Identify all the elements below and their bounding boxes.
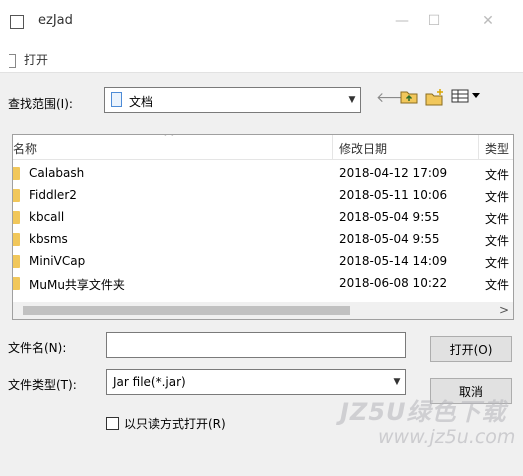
file-modified: 2018-05-14 14:09 <box>339 254 448 268</box>
chevron-down-icon[interactable]: ▼ <box>344 88 360 112</box>
file-modified: 2018-05-11 10:06 <box>339 188 448 202</box>
file-row[interactable]: kbcall 2018-05-04 9:55 文件 <box>13 207 513 229</box>
file-name: Fiddler2 <box>29 188 77 202</box>
file-type: 文件 <box>485 212 510 226</box>
file-row[interactable]: Calabash 2018-04-12 17:09 文件 <box>13 163 513 185</box>
app-icon <box>10 15 24 29</box>
read-only-checkbox[interactable] <box>106 417 119 430</box>
file-type: 文件 <box>485 234 510 248</box>
file-modified: 2018-04-12 17:09 <box>339 166 448 180</box>
up-folder-icon[interactable] <box>399 88 419 108</box>
file-modified: 2018-05-04 9:55 <box>339 210 440 224</box>
horizontal-scrollbar[interactable]: > <box>13 302 513 319</box>
document-folder-icon <box>111 92 122 107</box>
view-menu-icon[interactable] <box>450 88 484 108</box>
file-type-label: 文件类型(T): <box>8 378 77 392</box>
look-in-label: 查找范围(I): <box>8 97 73 111</box>
file-name: kbsms <box>29 232 68 246</box>
look-in-value: 文档 <box>129 95 154 109</box>
file-name: MuMu共享文件夹 <box>29 278 125 292</box>
file-list[interactable]: ^ 名称 修改日期 类型 Calabash 2018-04-12 17:09 文… <box>12 134 514 320</box>
list-header: ^ 名称 修改日期 类型 <box>13 135 513 160</box>
maximize-button[interactable]: ☐ <box>414 10 454 32</box>
back-arrow-icon[interactable]: 🡐 <box>376 88 414 108</box>
file-name-input[interactable] <box>106 332 406 358</box>
folder-icon <box>13 255 20 268</box>
scrollbar-thumb[interactable] <box>23 306 350 315</box>
column-divider <box>332 135 333 159</box>
window-title: ezJad <box>38 13 73 28</box>
cancel-button[interactable]: 取消 <box>430 378 512 404</box>
file-modified: 2018-06-08 10:22 <box>339 276 448 290</box>
column-divider <box>478 135 479 159</box>
look-in-combo[interactable]: 文档 ▼ <box>104 87 361 113</box>
folder-icon <box>13 277 20 290</box>
read-only-label[interactable]: 以只读方式打开(R) <box>124 415 226 432</box>
folder-icon <box>13 233 20 246</box>
close-button[interactable]: ✕ <box>468 10 508 32</box>
file-name-label: 文件名(N): <box>8 341 67 355</box>
file-modified: 2018-05-04 9:55 <box>339 232 440 246</box>
file-name: kbcall <box>29 210 65 224</box>
folder-icon <box>13 167 20 180</box>
file-row[interactable]: MuMu共享文件夹 2018-06-08 10:22 文件 <box>13 273 513 295</box>
open-button[interactable]: 打开(O) <box>430 336 512 362</box>
file-type: 文件 <box>485 278 510 292</box>
file-type-select[interactable]: Jar file(*.jar) ▼ <box>106 369 406 395</box>
file-row[interactable]: MiniVCap 2018-05-14 14:09 文件 <box>13 251 513 273</box>
column-header-type[interactable]: 类型 <box>485 140 509 157</box>
file-name: MiniVCap <box>29 254 86 268</box>
file-row[interactable]: kbsms 2018-05-04 9:55 文件 <box>13 229 513 251</box>
folder-icon <box>13 211 20 224</box>
folder-icon <box>13 189 20 202</box>
window-titlebar: ezJad — ☐ ✕ <box>0 0 523 40</box>
file-type: 文件 <box>485 256 510 270</box>
file-type: 文件 <box>485 168 510 182</box>
dialog-title: 打开 <box>24 53 49 67</box>
column-header-modified[interactable]: 修改日期 <box>339 140 387 157</box>
dialog-icon <box>9 54 16 68</box>
file-row[interactable]: Fiddler2 2018-05-11 10:06 文件 <box>13 185 513 207</box>
column-header-name[interactable]: 名称 <box>13 140 37 157</box>
file-type: 文件 <box>485 190 510 204</box>
dialog-titlebar: 打开 <box>0 48 523 70</box>
new-folder-icon[interactable] <box>424 88 446 108</box>
sort-ascending-icon: ^ <box>163 134 175 146</box>
file-type-value: Jar file(*.jar) <box>113 375 186 389</box>
scroll-right-icon[interactable]: > <box>499 303 509 317</box>
file-name: Calabash <box>29 166 85 180</box>
chevron-down-icon[interactable]: ▼ <box>389 370 405 394</box>
